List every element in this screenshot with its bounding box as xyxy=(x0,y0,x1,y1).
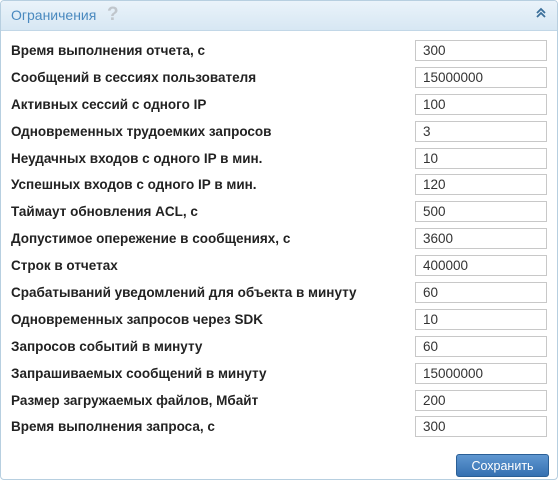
form-row: Время выполнения запроса, с xyxy=(1,414,557,441)
field-label: Активных сессий с одного IP xyxy=(11,96,207,112)
field-input[interactable] xyxy=(415,120,547,142)
form-row: Успешных входов с одного IP в мин. xyxy=(1,172,557,199)
field-label: Время выполнения запроса, с xyxy=(11,419,215,435)
panel-title: Ограничения xyxy=(11,7,97,23)
form-row: Строк в отчетах xyxy=(1,253,557,280)
form-row: Время выполнения отчета, с xyxy=(1,38,557,65)
field-input[interactable] xyxy=(415,228,547,250)
field-input[interactable] xyxy=(415,201,547,223)
field-label: Размер загружаемых файлов, Мбайт xyxy=(11,392,259,408)
collapse-icon[interactable] xyxy=(535,6,547,22)
field-input[interactable] xyxy=(415,362,547,384)
field-label: Одновременных трудоемких запросов xyxy=(11,123,272,139)
limits-panel: Ограничения ? Время выполнения отчета, с… xyxy=(0,0,558,480)
field-input[interactable] xyxy=(415,40,547,61)
field-label: Срабатываний уведомлений для объекта в м… xyxy=(11,285,357,301)
field-input[interactable] xyxy=(415,335,547,357)
field-label: Допустимое опережение в сообщениях, с xyxy=(11,231,291,247)
form-row: Сообщений в сессиях пользователя xyxy=(1,65,557,92)
form-row: Запрашиваемых сообщений в минуту xyxy=(1,361,557,388)
field-input[interactable] xyxy=(415,308,547,330)
field-label: Сообщений в сессиях пользователя xyxy=(11,69,257,85)
field-label: Строк в отчетах xyxy=(11,258,118,274)
field-input[interactable] xyxy=(415,389,547,411)
field-input[interactable] xyxy=(415,282,547,304)
field-input[interactable] xyxy=(415,416,547,438)
field-label: Время выполнения отчета, с xyxy=(11,43,205,58)
form-row: Неудачных входов с одного IP в мин. xyxy=(1,146,557,173)
field-input[interactable] xyxy=(415,174,547,196)
form-row: Срабатываний уведомлений для объекта в м… xyxy=(1,280,557,307)
field-input[interactable] xyxy=(415,93,547,115)
save-button[interactable]: Сохранить xyxy=(456,454,549,477)
panel-header: Ограничения ? xyxy=(1,1,557,31)
field-label: Запросов событий в минуту xyxy=(11,338,203,354)
limits-form: Время выполнения отчета, с Сообщений в с… xyxy=(1,38,557,441)
field-label: Таймаут обновления ACL, с xyxy=(11,204,198,220)
form-row: Запросов событий в минуту xyxy=(1,334,557,361)
chevron-double-up-icon xyxy=(536,7,546,18)
field-label: Успешных входов с одного IP в мин. xyxy=(11,177,257,193)
form-row: Таймаут обновления ACL, с xyxy=(1,199,557,226)
help-icon[interactable]: ? xyxy=(107,4,119,26)
field-label: Одновременных запросов через SDK xyxy=(11,311,263,327)
form-row: Допустимое опережение в сообщениях, с xyxy=(1,226,557,253)
field-label: Запрашиваемых сообщений в минуту xyxy=(11,365,267,381)
field-input[interactable] xyxy=(415,147,547,169)
form-row: Активных сессий с одного IP xyxy=(1,92,557,119)
field-input[interactable] xyxy=(415,66,547,88)
field-input[interactable] xyxy=(415,255,547,277)
field-label: Неудачных входов с одного IP в мин. xyxy=(11,150,263,166)
form-row: Одновременных трудоемких запросов xyxy=(1,119,557,146)
form-row: Одновременных запросов через SDK xyxy=(1,307,557,334)
form-row: Размер загружаемых файлов, Мбайт xyxy=(1,388,557,415)
